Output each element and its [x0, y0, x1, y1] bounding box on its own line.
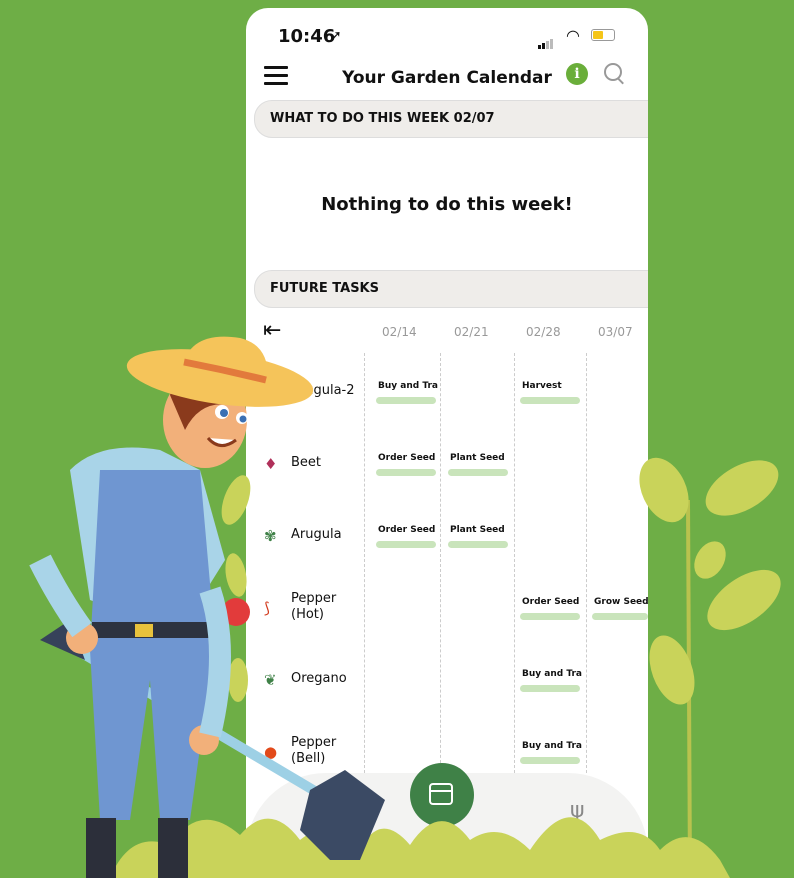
gardener-illustration — [29, 336, 314, 878]
bush-illustration — [110, 817, 730, 878]
gardener-illustration — [29, 336, 781, 878]
plant-illustration — [639, 457, 781, 878]
